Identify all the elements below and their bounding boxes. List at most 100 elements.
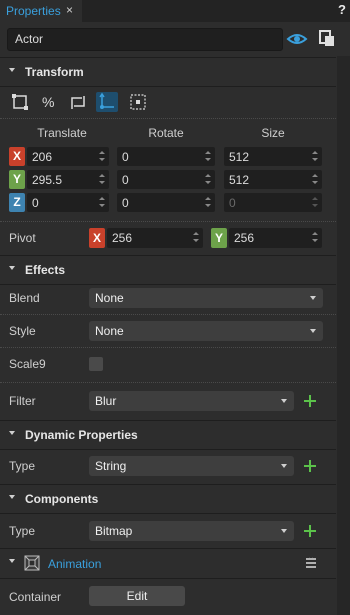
menu-icon[interactable] xyxy=(305,557,317,569)
scale9-checkbox[interactable] xyxy=(89,357,103,371)
axis-y-badge: Y xyxy=(9,170,25,189)
chevron-down-icon xyxy=(281,529,287,533)
separator xyxy=(0,449,336,450)
chevron-down-icon xyxy=(310,296,316,300)
chevron-down-icon xyxy=(9,495,15,499)
plus-icon[interactable] xyxy=(303,524,317,538)
size-x-field[interactable]: 512 xyxy=(224,147,322,166)
filter-dropdown[interactable]: Blur xyxy=(89,391,294,411)
chevron-down-icon xyxy=(281,399,287,403)
close-icon[interactable]: × xyxy=(66,3,73,17)
column-size: Size xyxy=(261,126,285,140)
section-transform[interactable]: Transform xyxy=(0,58,336,86)
size-y-field[interactable]: 512 xyxy=(224,170,322,189)
section-dynamic-properties[interactable]: Dynamic Properties xyxy=(0,421,336,449)
separator xyxy=(0,118,336,119)
svg-text:%: % xyxy=(42,94,54,110)
pivot-icon[interactable] xyxy=(96,92,118,112)
bounding-box-icon[interactable] xyxy=(9,92,31,112)
blend-label: Blend xyxy=(9,291,40,305)
scrollbar[interactable] xyxy=(337,56,350,615)
section-effects[interactable]: Effects xyxy=(0,256,336,284)
spinner-arrows-icon[interactable] xyxy=(312,149,318,163)
spinner-arrows-icon[interactable] xyxy=(205,172,211,186)
eye-icon[interactable] xyxy=(286,30,308,48)
translate-x-field[interactable]: 206 xyxy=(27,147,109,166)
anchor-icon[interactable] xyxy=(127,92,149,112)
translate-y-field[interactable]: 295.5 xyxy=(27,170,109,189)
plus-icon[interactable] xyxy=(303,394,317,408)
section-title: Transform xyxy=(25,65,84,79)
chevron-down-icon xyxy=(281,464,287,468)
percent-icon[interactable]: % xyxy=(38,92,60,112)
separator xyxy=(0,513,336,514)
spinner-arrows-icon[interactable] xyxy=(99,172,105,186)
field-value: 512 xyxy=(229,173,250,187)
filter-label: Filter xyxy=(9,394,36,408)
dropdown-value: None xyxy=(95,291,124,305)
chevron-down-icon xyxy=(310,329,316,333)
separator xyxy=(0,284,336,285)
chevron-down-icon xyxy=(9,68,15,72)
pivot-y-badge: Y xyxy=(211,228,227,248)
section-title: Components xyxy=(25,492,99,506)
field-value: 0 xyxy=(122,150,129,164)
help-icon[interactable]: ? xyxy=(338,2,346,17)
field-value: 295.5 xyxy=(32,173,63,187)
axis-z-badge: Z xyxy=(9,193,25,212)
pivot-x-badge: X xyxy=(89,228,105,248)
field-value: 256 xyxy=(112,231,133,245)
separator xyxy=(0,221,336,222)
dropdown-value: None xyxy=(95,324,124,338)
chevron-down-icon xyxy=(9,431,15,435)
dropdown-value: Blur xyxy=(95,394,117,408)
column-rotate: Rotate xyxy=(148,126,184,140)
field-value: 0 xyxy=(122,173,129,187)
component-type-dropdown[interactable]: Bitmap xyxy=(89,521,294,541)
dynamic-type-label: Type xyxy=(9,459,36,473)
spinner-arrows-icon[interactable] xyxy=(99,149,105,163)
separator xyxy=(0,382,336,383)
dropdown-value: Bitmap xyxy=(95,524,133,538)
spinner-arrows-icon[interactable] xyxy=(205,195,211,209)
spinner-arrows-icon[interactable] xyxy=(312,172,318,186)
spinner-arrows-icon[interactable] xyxy=(312,230,318,244)
section-title: Effects xyxy=(25,263,66,277)
separator xyxy=(0,347,336,348)
container-label: Container xyxy=(9,590,62,604)
component-type-label: Type xyxy=(9,524,36,538)
film-icon xyxy=(24,555,40,571)
blend-dropdown[interactable]: None xyxy=(89,288,323,308)
field-value: 512 xyxy=(229,150,250,164)
pivot-y-field[interactable]: 256 xyxy=(229,228,322,248)
tab-properties[interactable]: Properties × xyxy=(0,0,82,22)
section-animation[interactable]: Animation xyxy=(0,549,336,577)
plus-icon[interactable] xyxy=(303,459,317,473)
section-components[interactable]: Components xyxy=(0,485,336,513)
resize-icon[interactable] xyxy=(67,92,89,112)
tab-label: Properties xyxy=(6,4,61,18)
edit-button[interactable]: Edit xyxy=(89,586,185,606)
field-value: 0 xyxy=(229,196,236,210)
spinner-arrows-icon[interactable] xyxy=(193,230,199,244)
size-z-field: 0 xyxy=(224,193,322,212)
copy-icon[interactable] xyxy=(318,30,336,48)
spinner-arrows-icon xyxy=(312,197,318,207)
field-value: 0 xyxy=(32,196,39,210)
spinner-arrows-icon[interactable] xyxy=(99,195,105,209)
scale9-label: Scale9 xyxy=(9,357,46,371)
style-dropdown[interactable]: None xyxy=(89,321,323,341)
pivot-x-field[interactable]: 256 xyxy=(107,228,203,248)
separator xyxy=(0,578,336,579)
field-value: 206 xyxy=(32,150,53,164)
dynamic-type-dropdown[interactable]: String xyxy=(89,456,294,476)
rotate-y-field[interactable]: 0 xyxy=(117,170,215,189)
separator xyxy=(0,86,336,87)
name-field[interactable]: Actor xyxy=(7,28,283,51)
spinner-arrows-icon[interactable] xyxy=(205,149,211,163)
translate-z-field[interactable]: 0 xyxy=(27,193,109,212)
rotate-x-field[interactable]: 0 xyxy=(117,147,215,166)
chevron-down-icon xyxy=(9,559,15,563)
name-field-value: Actor xyxy=(15,32,44,46)
rotate-z-field[interactable]: 0 xyxy=(117,193,215,212)
